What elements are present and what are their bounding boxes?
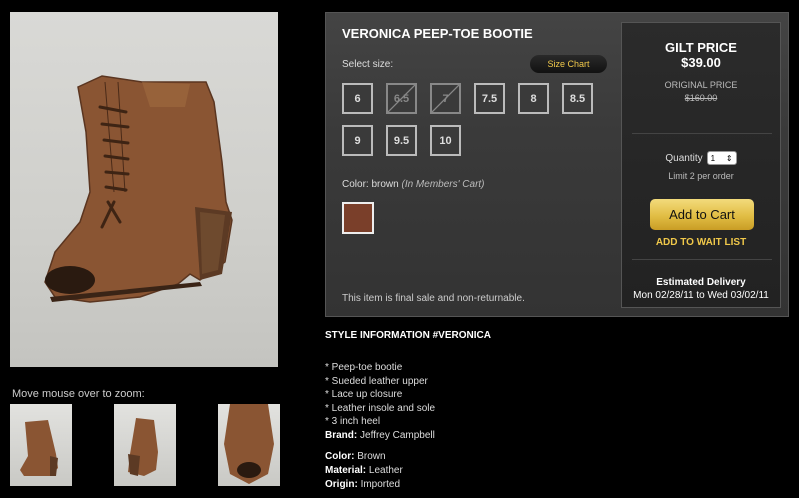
- size-option-6[interactable]: 6: [342, 83, 373, 114]
- divider: [632, 133, 772, 134]
- estimated-delivery-dates: Mon 02/28/11 to Wed 03/02/11: [633, 290, 769, 301]
- thumbnail-front[interactable]: [218, 404, 280, 486]
- color-swatch-brown[interactable]: [342, 202, 374, 234]
- original-price-value: $160.00: [684, 93, 718, 103]
- size-option-7-5[interactable]: 7.5: [474, 83, 505, 114]
- brand-attribute: Brand: Jeffrey Campbell: [325, 430, 435, 441]
- color-label: Color: brown (In Members' Cart): [342, 179, 485, 190]
- unavailable-slash-icon: [388, 85, 415, 112]
- purchase-panel: VERONICA PEEP-TOE BOOTIE Select size: Si…: [325, 12, 789, 317]
- quantity-limit: Limit 2 per order: [668, 171, 734, 181]
- size-option-6-5: 6.5: [386, 83, 417, 114]
- size-option-7: 7: [430, 83, 461, 114]
- list-item: * Sueded leather upper: [325, 375, 428, 387]
- size-chart-button[interactable]: Size Chart: [530, 55, 607, 73]
- unavailable-slash-icon: [432, 85, 459, 112]
- thumbnail-side[interactable]: [10, 404, 72, 486]
- list-item: * 3 inch heel: [325, 416, 381, 427]
- main-product-image[interactable]: [10, 12, 278, 367]
- list-item: * Peep-toe bootie: [325, 362, 403, 373]
- product-title: VERONICA PEEP-TOE BOOTIE: [342, 26, 533, 41]
- price-box: GILT PRICE $39.00 ORIGINAL PRICE $160.00…: [621, 22, 781, 308]
- gilt-price-label: GILT PRICE: [665, 40, 737, 55]
- material-attribute: Material: Leather: [325, 465, 403, 476]
- zoom-hint: Move mouse over to zoom:: [12, 388, 145, 400]
- gilt-price-value: $39.00: [681, 55, 721, 70]
- quantity-label: Quantity: [665, 152, 703, 164]
- stepper-arrows-icon: ⇕: [725, 153, 733, 163]
- original-price-label: ORIGINAL PRICE: [664, 80, 738, 90]
- size-option-9[interactable]: 9: [342, 125, 373, 156]
- divider: [632, 259, 772, 260]
- color-attribute: Color: Brown: [325, 451, 386, 462]
- add-to-cart-button[interactable]: Add to Cart: [650, 199, 754, 230]
- size-option-9-5[interactable]: 9.5: [386, 125, 417, 156]
- feature-list: * Peep-toe bootie * Sueded leather upper…: [325, 361, 435, 429]
- estimated-delivery-label: Estimated Delivery: [656, 277, 746, 288]
- size-option-8[interactable]: 8: [518, 83, 549, 114]
- final-sale-note: This item is final sale and non-returnab…: [342, 293, 525, 304]
- list-item: * Leather insole and sole: [325, 402, 436, 414]
- quantity-select[interactable]: 1 ⇕: [706, 151, 737, 165]
- bootie-illustration: [44, 75, 233, 303]
- size-option-8-5[interactable]: 8.5: [562, 83, 593, 114]
- style-info-heading: STYLE INFORMATION #VERONICA: [325, 330, 491, 341]
- quantity-row: Quantity 1 ⇕: [622, 151, 780, 165]
- size-option-10[interactable]: 10: [430, 125, 461, 156]
- thumbnail-back[interactable]: [114, 404, 176, 486]
- list-item: * Lace up closure: [325, 389, 403, 400]
- select-size-label: Select size:: [342, 59, 394, 70]
- origin-attribute: Origin: Imported: [325, 479, 401, 490]
- add-to-wait-list-link[interactable]: ADD TO WAIT LIST: [622, 237, 780, 248]
